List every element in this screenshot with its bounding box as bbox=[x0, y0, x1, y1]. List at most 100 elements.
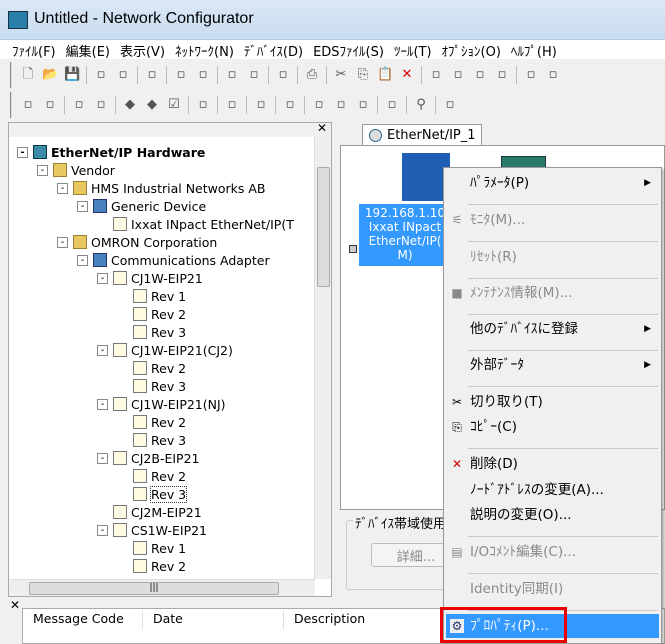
info-icon[interactable]: ▫ bbox=[442, 97, 458, 113]
delete-icon[interactable]: ✕ bbox=[399, 67, 415, 83]
collapse-toggle[interactable]: - bbox=[17, 146, 28, 158]
download2-icon[interactable]: ▫ bbox=[246, 67, 262, 83]
tree-item[interactable]: Rev 1 bbox=[117, 539, 186, 557]
collapse-toggle[interactable]: - bbox=[97, 524, 108, 536]
network-icon[interactable]: ▫ bbox=[173, 67, 189, 83]
security-icon[interactable]: ▫ bbox=[311, 97, 327, 113]
menu-item[interactable]: ﾌｧｲﾙ(F) bbox=[8, 40, 62, 60]
collapse-toggle[interactable]: - bbox=[77, 254, 88, 266]
small-icon-view-icon[interactable]: ▫ bbox=[450, 67, 466, 83]
column-message-code[interactable]: Message Code bbox=[23, 611, 143, 629]
context-menu-item[interactable]: 他のﾃﾞﾊﾞｲｽに登録 ▶ bbox=[446, 317, 659, 341]
tree-item[interactable]: - Vendor bbox=[37, 161, 115, 179]
detail-view-icon[interactable]: ▫ bbox=[494, 67, 510, 83]
tree-item[interactable]: Rev 2 bbox=[117, 467, 186, 485]
export-icon[interactable]: ▫ bbox=[71, 97, 87, 113]
scroll-thumb[interactable]: ||| bbox=[29, 582, 279, 595]
collapse-toggle[interactable]: - bbox=[97, 344, 108, 356]
transfer-icon[interactable]: ▫ bbox=[384, 97, 400, 113]
collapse-toggle[interactable]: - bbox=[57, 236, 68, 248]
new-icon[interactable]: 🗋 bbox=[20, 67, 36, 83]
tree-item[interactable]: - HMS Industrial Networks AB bbox=[57, 179, 266, 197]
menu-item[interactable]: ﾂｰﾙ(T) bbox=[390, 40, 438, 60]
scroll-thumb[interactable] bbox=[317, 167, 330, 287]
menu-item[interactable]: EDSﾌｧｲﾙ(S) bbox=[309, 40, 390, 60]
tree-item[interactable]: Rev 2 bbox=[117, 413, 186, 431]
import-icon[interactable]: ▫ bbox=[93, 97, 109, 113]
list-view-icon[interactable]: ▫ bbox=[472, 67, 488, 83]
collapse-toggle[interactable]: - bbox=[97, 272, 108, 284]
collapse-toggle[interactable]: - bbox=[97, 398, 108, 410]
menu-item[interactable]: ﾍﾙﾌﾟ(H) bbox=[507, 40, 563, 60]
tree-item[interactable]: Rev 3 bbox=[117, 485, 188, 503]
context-menu-item[interactable]: ﾊﾟﾗﾒｰﾀ(P) ▶ bbox=[446, 171, 659, 195]
tree-item[interactable]: - Communications Adapter bbox=[77, 251, 270, 269]
tree-item[interactable]: Rev 3 bbox=[117, 431, 186, 449]
clipboard-icon[interactable]: ▫ bbox=[42, 97, 58, 113]
context-menu-item[interactable]: ⚟ ﾓﾆﾀ(M)... bbox=[446, 208, 659, 232]
diamond-icon[interactable]: ◆ bbox=[122, 97, 138, 113]
cut-icon[interactable]: ✂ bbox=[333, 67, 349, 83]
context-menu-item[interactable]: ﾉｰﾄﾞｱﾄﾞﾚｽの変更(A)... bbox=[446, 478, 659, 502]
tree-item[interactable]: - Generic Device bbox=[77, 197, 206, 215]
tree-item[interactable]: Rev 2 bbox=[117, 305, 186, 323]
menu-item[interactable]: ﾃﾞﾊﾞｲｽ(D) bbox=[240, 40, 309, 60]
close-pane-icon[interactable]: ✕ bbox=[317, 121, 327, 135]
edit-icon[interactable]: ▫ bbox=[275, 67, 291, 83]
tree-item[interactable]: Rev 2 bbox=[117, 557, 186, 575]
context-menu-item[interactable]: ⎘ ｺﾋﾟｰ(C) bbox=[446, 415, 659, 439]
upload-icon[interactable]: ▫ bbox=[144, 67, 160, 83]
tree-item[interactable]: Rev 2 bbox=[117, 359, 186, 377]
tree-item[interactable]: - CJ2B-EIP21 bbox=[97, 449, 199, 467]
wand-icon[interactable]: ▫ bbox=[20, 97, 36, 113]
close-pane-icon[interactable]: ✕ bbox=[10, 598, 20, 612]
context-menu-item[interactable]: ▤ I/Oｺﾒﾝﾄ編集(C)... bbox=[446, 540, 659, 564]
menu-item[interactable]: ﾈｯﾄﾜｰｸ(N) bbox=[171, 40, 240, 60]
context-menu-item[interactable]: 外部ﾃﾞｰﾀ ▶ bbox=[446, 353, 659, 377]
cross-icon[interactable]: ▫ bbox=[333, 97, 349, 113]
context-menu-item[interactable]: ✂ 切り取り(T) bbox=[446, 390, 659, 414]
device-icon[interactable]: ▫ bbox=[355, 97, 371, 113]
collapse-toggle[interactable]: - bbox=[77, 200, 88, 212]
menu-item[interactable]: 表示(V) bbox=[116, 40, 171, 60]
menu-item[interactable]: 編集(E) bbox=[62, 40, 116, 60]
tree-item[interactable]: CJ2M-EIP21 bbox=[97, 503, 202, 521]
copy-icon[interactable]: ⎘ bbox=[355, 67, 371, 83]
menu-item[interactable]: ｵﾌﾟｼｮﾝ(O) bbox=[438, 40, 507, 60]
book-icon[interactable]: ▫ bbox=[195, 97, 211, 113]
tree-item[interactable]: Ixxat INpact EtherNet/IP(T bbox=[97, 215, 294, 233]
collapse-toggle[interactable]: - bbox=[37, 164, 48, 176]
connect-icon[interactable]: ▫ bbox=[93, 67, 109, 83]
network2-icon[interactable]: ▫ bbox=[195, 67, 211, 83]
context-menu-item[interactable]: ✕ 削除(D) bbox=[446, 452, 659, 476]
binoculars-icon[interactable]: ⚲ bbox=[413, 97, 429, 113]
collapse-toggle[interactable]: - bbox=[57, 182, 68, 194]
context-menu-item[interactable]: ﾘｾｯﾄ(R) bbox=[446, 245, 659, 269]
tree-item[interactable]: - CJ1W-EIP21(NJ) bbox=[97, 395, 226, 413]
diamond2-icon[interactable]: ◆ bbox=[144, 97, 160, 113]
tab-network[interactable]: EtherNet/IP_1 bbox=[362, 124, 482, 146]
check-icon[interactable]: ☑ bbox=[166, 97, 182, 113]
context-menu-item[interactable]: Identity同期(I) bbox=[446, 577, 659, 601]
context-menu-item[interactable]: 説明の変更(O)... bbox=[446, 503, 659, 527]
add-icon[interactable]: ▫ bbox=[523, 67, 539, 83]
add2-icon[interactable]: ▫ bbox=[545, 67, 561, 83]
column-date[interactable]: Date bbox=[143, 611, 284, 629]
vertical-scrollbar[interactable] bbox=[314, 137, 331, 579]
context-menu-item[interactable]: ■ ﾒﾝﾃﾅﾝｽ情報(M)... bbox=[446, 281, 659, 305]
paste-icon[interactable]: 📋 bbox=[377, 67, 393, 83]
collapse-toggle[interactable]: - bbox=[97, 452, 108, 464]
tree-item[interactable]: - CS1W-EIP21 bbox=[97, 521, 207, 539]
horizontal-scrollbar[interactable]: ||| bbox=[9, 579, 315, 596]
tree-item[interactable]: Rev 3 bbox=[117, 323, 186, 341]
comment-icon[interactable]: ▫ bbox=[253, 97, 269, 113]
context-menu-item[interactable]: ⚙ ﾌﾟﾛﾊﾟﾃｨ(P)... bbox=[446, 614, 659, 638]
disconnect-icon[interactable]: ▫ bbox=[115, 67, 131, 83]
tree-item[interactable]: - EtherNet/IP Hardware bbox=[17, 143, 205, 161]
tree-item[interactable]: - CJ1W-EIP21 bbox=[97, 269, 203, 287]
download-icon[interactable]: ▫ bbox=[224, 67, 240, 83]
monitor-icon[interactable]: ▫ bbox=[224, 97, 240, 113]
print-icon[interactable]: ⎙ bbox=[304, 67, 320, 83]
properties-icon[interactable]: ▫ bbox=[282, 97, 298, 113]
save-icon[interactable]: 💾 bbox=[64, 67, 80, 83]
